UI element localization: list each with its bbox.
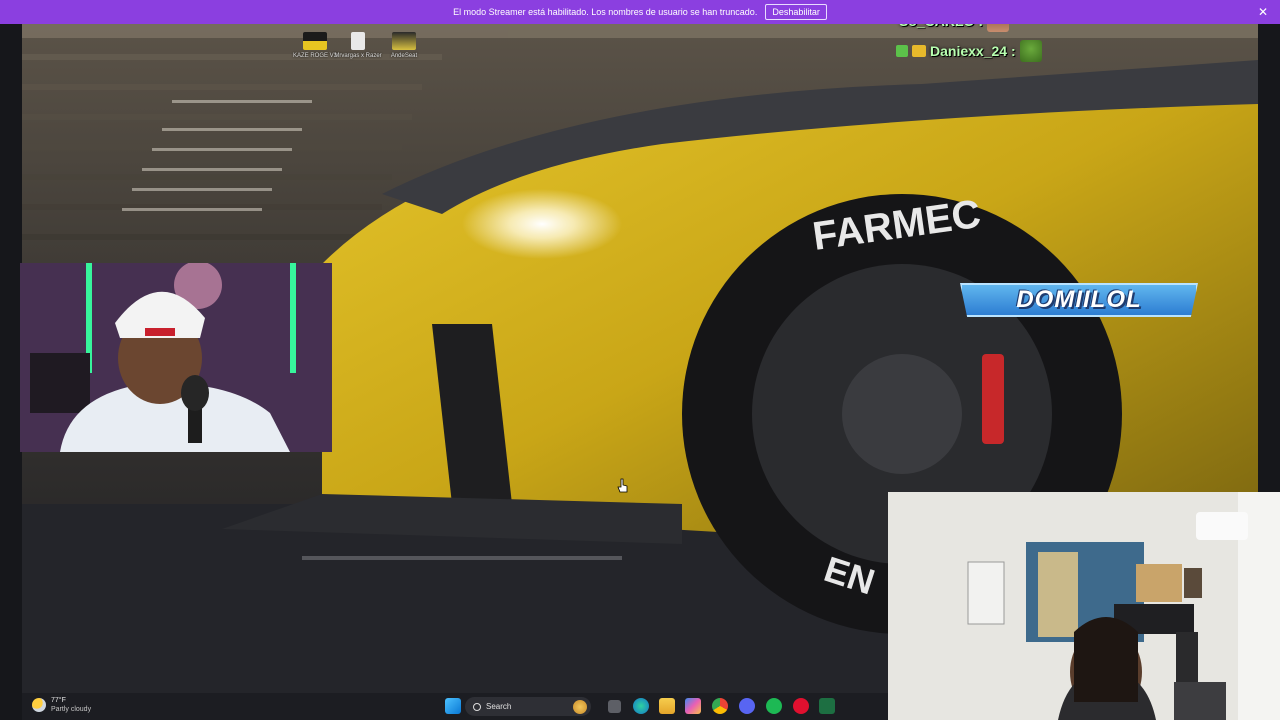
stream-screen: El modo Streamer está habilitado. Los no… — [0, 0, 1280, 720]
desktop-icon-label: KAZE ROGE V3 — [292, 53, 337, 59]
weather-widget[interactable]: 77°F Partly cloudy — [32, 696, 91, 714]
desktop-icon-label: Mrvargas x Razer — [334, 53, 382, 59]
desktop-icon-mrvargas[interactable]: Mrvargas x Razer — [334, 32, 382, 60]
file-explorer-icon[interactable] — [659, 698, 675, 714]
file-thumbnail-icon — [303, 32, 327, 50]
streamer-mode-banner: El modo Streamer está habilitado. Los no… — [0, 0, 1280, 24]
excel-icon[interactable] — [819, 698, 835, 714]
nameplate-text: DOMIILOL — [1016, 286, 1142, 313]
copilot-icon[interactable] — [685, 698, 701, 714]
windows-taskbar: 77°F Partly cloudy Search — [22, 693, 888, 720]
chrome-icon[interactable] — [712, 698, 728, 714]
chat-message: Daniexx_24 : — [896, 40, 1042, 62]
disable-streamer-mode-button[interactable]: Deshabilitar — [765, 4, 827, 20]
discord-icon[interactable] — [739, 698, 755, 714]
close-icon[interactable]: ✕ — [1258, 5, 1268, 19]
windows-start-icon[interactable] — [445, 698, 461, 714]
chat-username: Daniexx_24 : — [930, 43, 1016, 59]
pepe-emote-icon — [1019, 40, 1042, 62]
webcam-right — [888, 492, 1280, 720]
search-placeholder: Search — [486, 702, 512, 711]
weather-icon — [32, 698, 46, 712]
desktop-icon-kaze-roge[interactable]: KAZE ROGE V3 — [291, 32, 339, 60]
streamer-mode-message: El modo Streamer está habilitado. Los no… — [453, 7, 758, 17]
edge-icon[interactable] — [633, 698, 649, 714]
webcam-right-feed — [888, 492, 1280, 720]
opera-icon[interactable] — [793, 698, 809, 714]
search-highlight-icon — [573, 699, 587, 714]
weather-temp: 77°F — [51, 697, 66, 704]
desktop-icon-label: AndeSeat — [390, 53, 418, 59]
crown-badge-icon — [912, 45, 926, 57]
desktop-icon-andeseat[interactable]: AndeSeat — [380, 32, 428, 60]
weather-condition: Partly cloudy — [51, 706, 92, 713]
mouse-cursor-icon — [617, 478, 628, 493]
webcam-left-feed — [20, 263, 332, 452]
search-icon — [473, 702, 481, 711]
webcam-left — [20, 263, 332, 452]
spotify-icon[interactable] — [766, 698, 782, 714]
image-thumbnail-icon — [351, 32, 365, 50]
taskbar-search[interactable]: Search — [465, 697, 591, 716]
task-view-icon[interactable] — [608, 700, 621, 713]
badge-icon — [896, 45, 908, 57]
car-thumbnail-icon — [392, 32, 416, 50]
streamer-nameplate: DOMIILOL — [960, 283, 1198, 317]
